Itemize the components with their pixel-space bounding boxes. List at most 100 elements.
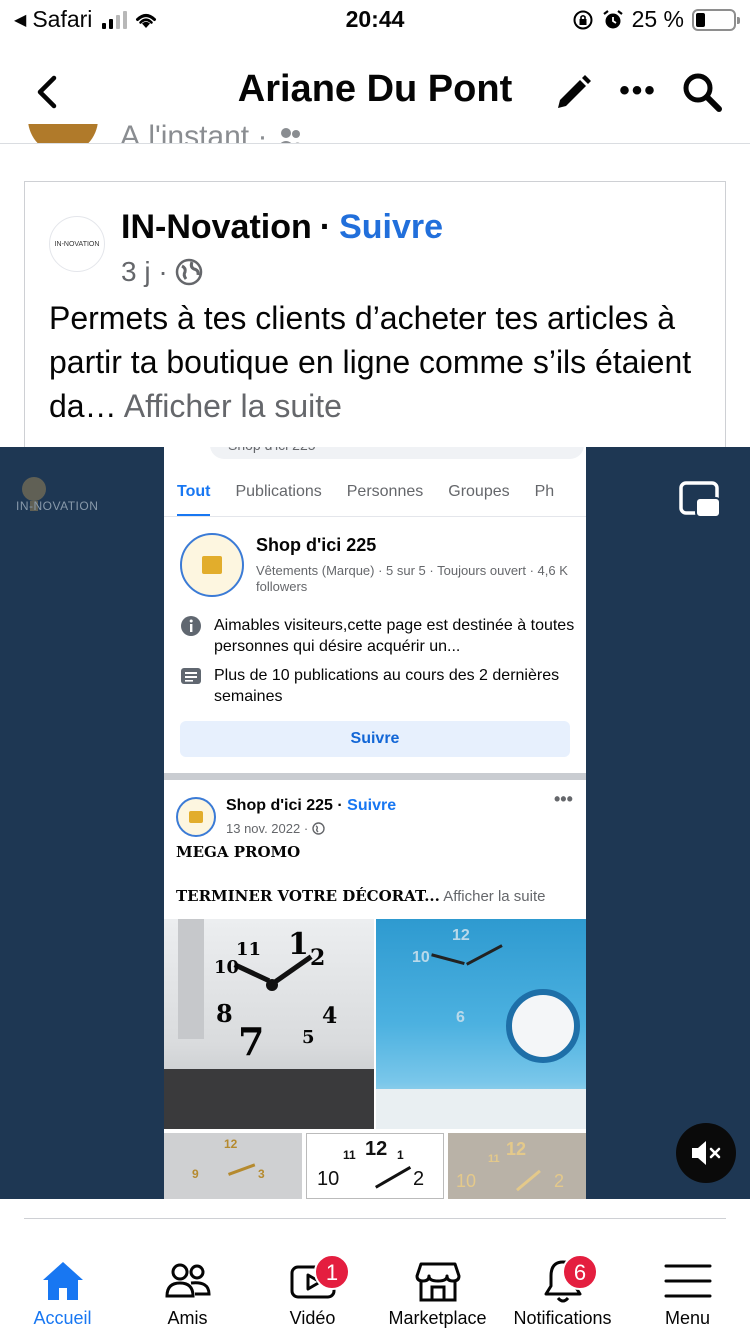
clock-numeral: 4	[322, 1003, 338, 1029]
post-age[interactable]: 3 j ·	[121, 256, 168, 288]
more-options-icon[interactable]: •••	[618, 74, 658, 112]
inner-tab-all: Tout	[177, 477, 211, 516]
tab-menu[interactable]: Menu	[625, 1244, 750, 1334]
inner-separator	[164, 773, 586, 780]
notifications-badge: 6	[562, 1254, 598, 1290]
tab-marketplace-label: Marketplace	[388, 1308, 487, 1328]
inner-search-bar: Shop d'ici 225	[210, 447, 584, 459]
clock-numeral: 11	[236, 939, 262, 960]
friends-audience-icon	[281, 128, 301, 143]
post-author[interactable]: IN-Novation	[121, 208, 312, 247]
egg-chair-shape	[506, 989, 580, 1063]
follow-link[interactable]: Suivre	[339, 208, 443, 247]
clock-numeral: 3	[258, 1167, 265, 1181]
inner-post-date-text: 13 nov. 2022 ·	[226, 821, 309, 836]
clock-numeral: 6	[456, 1009, 465, 1026]
tab-notifications-label: Notifications	[513, 1308, 612, 1328]
tab-friends-label: Amis	[167, 1308, 208, 1328]
inner-post-follow: Suivre	[347, 797, 397, 814]
inner-shop-card: Shop d'ici 225 Vêtements (Marque) · 5 su…	[164, 517, 586, 775]
inner-tab-groups: Groupes	[448, 483, 510, 500]
inner-post-date: 13 nov. 2022 ·	[226, 821, 325, 836]
clock-photo-1: 1 2 11 10 8 7 5 4	[164, 919, 374, 1129]
menu-icon	[664, 1264, 712, 1298]
inner-post-avatar	[176, 797, 216, 837]
tab-notifications[interactable]: 6 Notifications	[500, 1244, 625, 1334]
tab-video[interactable]: 1 Vidéo	[250, 1244, 375, 1334]
clock-numeral: 8	[216, 999, 233, 1028]
home-icon	[43, 1262, 83, 1300]
inner-post-see-more: Afficher la suite	[439, 888, 546, 905]
alarm-icon	[602, 9, 623, 28]
clock-numeral: 12	[224, 1137, 238, 1151]
shop-name: Shop d'ici 225	[256, 535, 377, 555]
globe-icon	[175, 258, 202, 286]
tab-marketplace[interactable]: Marketplace	[375, 1244, 500, 1334]
inner-tab-people: Personnes	[346, 483, 424, 500]
watermark-text: IN-NOVATION	[16, 499, 99, 513]
clock-numeral: 7	[238, 1019, 265, 1064]
clock-numeral: 1	[288, 927, 309, 962]
posts-icon	[181, 668, 201, 684]
clock-photo-4: 12 11 1 10 2	[306, 1133, 444, 1199]
bottom-tab-bar: Accueil Amis 1 Vidéo Marketplace 6 Notif…	[0, 1244, 750, 1334]
search-icon[interactable]	[680, 70, 724, 114]
clock-numeral: 11	[343, 1148, 356, 1162]
video-badge: 1	[314, 1254, 350, 1290]
inner-follow-button: Suivre	[180, 721, 570, 757]
clock-center	[266, 979, 278, 991]
clock-numeral: 2	[413, 1168, 425, 1190]
inner-post-author: Shop d'ici 225	[226, 797, 333, 814]
inner-tab-photos: Ph	[534, 483, 555, 500]
clock-numeral: 11	[488, 1153, 500, 1165]
tab-menu-label: Menu	[664, 1308, 711, 1328]
shop-activity-row: Plus de 10 publications au cours des 2 d…	[180, 665, 576, 707]
clock-numeral: 12	[452, 927, 470, 944]
status-right: 25 %	[572, 6, 740, 33]
video-player[interactable]: IN-NOVATION Shop d'ici 225 Tout Publicat…	[0, 447, 750, 1199]
inner-post-body-text: TERMINER VOTRE DÉCORAT...	[176, 887, 440, 905]
orientation-lock-icon	[573, 10, 593, 29]
shop-avatar	[180, 533, 244, 597]
post-header: IN-Novation · Suivre	[121, 208, 443, 247]
inner-post-header: Shop d'ici 225 · Suivre	[226, 797, 396, 815]
shop-activity-text: Plus de 10 publications au cours des 2 d…	[214, 667, 560, 705]
inner-post-dot: ·	[332, 797, 348, 814]
status-bar: ◀ Safari 20:44 25 %	[0, 0, 750, 40]
inner-tabs: Tout Publications Personnes Groupes Ph	[164, 477, 586, 517]
shop-bag-icon	[202, 556, 222, 574]
innovation-avatar[interactable]: IN-NOVATION	[49, 216, 105, 272]
shared-post-card[interactable]: IN-NOVATION IN-Novation · Suivre 3 j · P…	[24, 181, 726, 481]
clock-numeral: 10	[317, 1168, 340, 1190]
battery-icon	[692, 8, 740, 31]
tab-home[interactable]: Accueil	[0, 1244, 125, 1334]
inner-tab-publications: Publications	[235, 483, 322, 500]
author-separator: ·	[319, 208, 332, 246]
wall-panel	[178, 919, 204, 1039]
mute-button[interactable]	[676, 1123, 736, 1183]
inner-post-body: TERMINER VOTRE DÉCORAT... Afficher la su…	[176, 887, 546, 905]
see-more-link[interactable]: Afficher la suite	[124, 388, 342, 424]
friends-icon	[165, 1263, 211, 1298]
shop-info-text: Aimables visiteurs,cette page est destin…	[214, 617, 575, 655]
edit-pencil-icon[interactable]	[552, 72, 594, 114]
tab-home-label: Accueil	[33, 1308, 92, 1328]
avatar-logo-text: IN-NOVATION	[54, 241, 100, 248]
clock-photo-5: 12 11 10 2	[448, 1133, 586, 1199]
clock-photo-2: 12 10 6	[376, 919, 586, 1129]
tab-friends[interactable]: Amis	[125, 1244, 250, 1334]
post-meta: 3 j ·	[121, 256, 204, 288]
previous-post-time: À l'instant ·	[120, 124, 268, 143]
picture-in-picture-icon[interactable]	[678, 480, 722, 520]
clock-hand	[228, 1163, 256, 1176]
marketplace-icon	[415, 1262, 461, 1302]
innovation-watermark-logo	[22, 477, 46, 511]
clock-numeral: 10	[214, 957, 240, 978]
inner-globe-icon	[312, 822, 325, 835]
clock-hand	[516, 1169, 541, 1192]
profile-header: Ariane Du Pont •••	[0, 48, 750, 136]
clock-numeral: 9	[192, 1167, 199, 1181]
clock-numeral: 2	[554, 1171, 565, 1191]
previous-post-avatar	[28, 124, 98, 143]
post-text: Permets à tes clients d’acheter tes arti…	[49, 296, 709, 428]
